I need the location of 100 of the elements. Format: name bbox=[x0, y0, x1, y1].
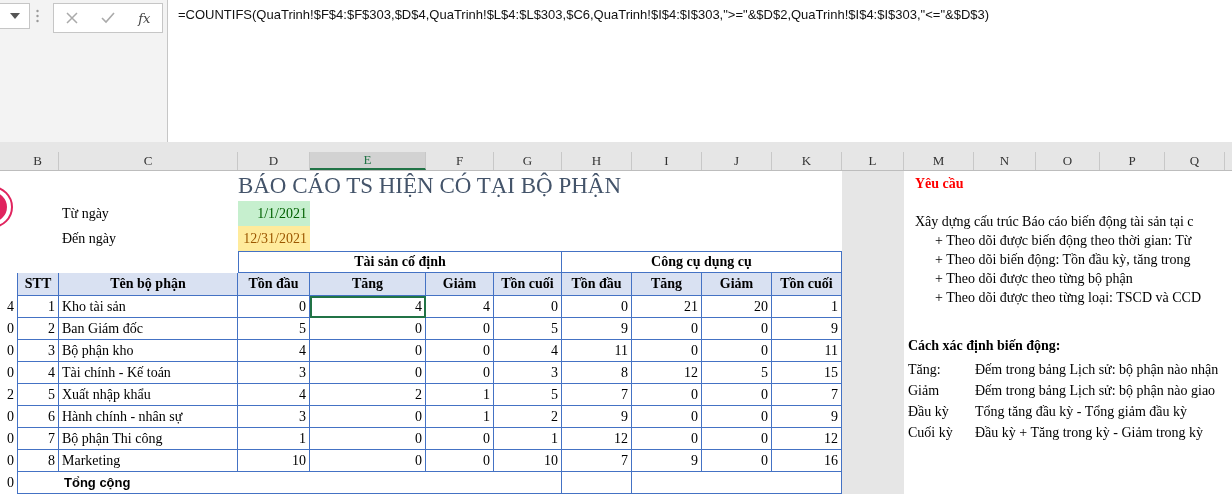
table-cell[interactable]: 0 bbox=[632, 406, 702, 428]
column-header[interactable]: K bbox=[772, 151, 842, 170]
table-cell[interactable]: 0 bbox=[494, 296, 562, 318]
table-cell: Bộ phận kho bbox=[59, 340, 238, 362]
drag-handle-icon[interactable] bbox=[36, 9, 39, 23]
table-cell[interactable]: 20 bbox=[702, 296, 772, 318]
table-cell[interactable]: 4 bbox=[238, 384, 310, 406]
table-cell: Bộ phận Thi công bbox=[59, 428, 238, 450]
column-header[interactable]: M bbox=[904, 151, 974, 170]
table-cell[interactable]: 12 bbox=[562, 428, 632, 450]
method-text: Tổng tăng đầu kỳ - Tổng giảm đầu kỳ bbox=[975, 403, 1188, 420]
table-cell[interactable]: 7 bbox=[772, 384, 842, 406]
table-cell[interactable]: 5 bbox=[494, 384, 562, 406]
notes-bullet: + Theo dõi được theo từng bộ phận bbox=[935, 271, 1134, 288]
table-cell[interactable]: 16 bbox=[772, 450, 842, 472]
close-icon[interactable] bbox=[65, 12, 78, 24]
column-header[interactable]: O bbox=[1036, 151, 1100, 170]
table-cell[interactable]: 12 bbox=[772, 428, 842, 450]
notes-text: Xây dựng cấu trúc Báo cáo biến động tài sản tại c bbox=[915, 214, 1195, 231]
table-cell[interactable]: 4 bbox=[238, 340, 310, 362]
table-cell[interactable]: 2 bbox=[494, 406, 562, 428]
column-header[interactable]: Q bbox=[1165, 151, 1225, 170]
column-header[interactable]: G bbox=[494, 151, 562, 170]
table-cell[interactable]: 5 bbox=[238, 318, 310, 340]
table-cell[interactable]: 11 bbox=[772, 340, 842, 362]
table-cell[interactable]: 9 bbox=[632, 450, 702, 472]
column-header[interactable]: F bbox=[426, 151, 494, 170]
table-cell[interactable]: 3 bbox=[238, 362, 310, 384]
column-title: Tồn đầu bbox=[562, 273, 632, 296]
table-cell[interactable]: 3 bbox=[238, 406, 310, 428]
table-cell[interactable]: 9 bbox=[562, 318, 632, 340]
table-cell[interactable]: 0 bbox=[632, 384, 702, 406]
table-cell[interactable]: 1 bbox=[238, 428, 310, 450]
table-cell[interactable]: 0 bbox=[702, 406, 772, 428]
table-cell[interactable]: 7 bbox=[562, 450, 632, 472]
table-cell[interactable]: 1 bbox=[426, 384, 494, 406]
table-cell[interactable]: 1 bbox=[772, 296, 842, 318]
column-header[interactable]: P bbox=[1100, 151, 1165, 170]
table-cell[interactable]: 7 bbox=[562, 384, 632, 406]
table-cell[interactable]: 0 bbox=[310, 428, 426, 450]
table-cell[interactable]: 8 bbox=[562, 362, 632, 384]
table-cell[interactable]: 11 bbox=[562, 340, 632, 362]
table-cell-text: 0 bbox=[6, 474, 15, 492]
table-cell[interactable]: 0 bbox=[310, 362, 426, 384]
table-cell[interactable]: 9 bbox=[562, 406, 632, 428]
table-cell[interactable]: 0 bbox=[426, 450, 494, 472]
table-cell[interactable]: 0 bbox=[632, 428, 702, 450]
column-title: Giảm bbox=[426, 273, 494, 296]
table-cell[interactable]: 3 bbox=[494, 362, 562, 384]
column-header[interactable]: J bbox=[702, 151, 772, 170]
table-cell[interactable]: 2 bbox=[310, 384, 426, 406]
table-cell[interactable]: 10 bbox=[494, 450, 562, 472]
table-cell[interactable]: 12 bbox=[632, 362, 702, 384]
column-header[interactable]: C bbox=[59, 151, 238, 170]
table-cell[interactable]: 1 bbox=[426, 406, 494, 428]
formula-field[interactable]: =COUNTIFS(QuaTrinh!$F$4:$F$303,$D$4,QuaTrinh!$L$4:$L$303,$C6,QuaTrinh!$I$4:$I$303,">="&$D$2,QuaTrinh!$I$4:$I$303,"<="&$D$3) bbox=[167, 0, 1232, 143]
column-header[interactable]: L bbox=[842, 151, 904, 170]
table-cell[interactable]: 9 bbox=[772, 406, 842, 428]
table-cell[interactable]: 1 bbox=[494, 428, 562, 450]
table-cell[interactable]: 4 bbox=[426, 296, 494, 318]
table-cell[interactable]: 4 bbox=[310, 296, 426, 318]
table-cell[interactable]: 0 bbox=[310, 450, 426, 472]
table-cell[interactable]: 0 bbox=[562, 296, 632, 318]
column-header[interactable]: B bbox=[17, 151, 59, 170]
check-icon[interactable] bbox=[100, 12, 115, 24]
insert-function-button[interactable]: fx bbox=[138, 10, 151, 26]
table-cell[interactable]: 0 bbox=[426, 340, 494, 362]
table-cell[interactable]: 0 bbox=[238, 296, 310, 318]
table-cell[interactable]: 0 bbox=[426, 428, 494, 450]
notes-heading: Yêu cầu bbox=[915, 176, 965, 193]
table-cell[interactable]: 4 bbox=[494, 340, 562, 362]
name-box-dropdown[interactable] bbox=[0, 3, 30, 29]
table-cell[interactable]: 0 bbox=[310, 406, 426, 428]
table-cell[interactable]: 0 bbox=[426, 318, 494, 340]
table-cell: 5 bbox=[17, 384, 59, 406]
table-cell[interactable]: 0 bbox=[702, 384, 772, 406]
table-cell[interactable]: 9 bbox=[772, 318, 842, 340]
method-term: Đầu kỳ bbox=[908, 403, 950, 420]
column-header[interactable]: I bbox=[632, 151, 702, 170]
column-header[interactable]: H bbox=[562, 151, 632, 170]
table-cell: 2 bbox=[17, 318, 59, 340]
table-cell[interactable]: 0 bbox=[702, 318, 772, 340]
table-cell[interactable]: 0 bbox=[702, 340, 772, 362]
table-cell[interactable]: 0 bbox=[310, 318, 426, 340]
table-cell[interactable]: 15 bbox=[772, 362, 842, 384]
table-cell[interactable]: 0 bbox=[310, 340, 426, 362]
table-cell: Hành chính - nhân sự bbox=[59, 406, 238, 428]
table-cell[interactable]: 21 bbox=[632, 296, 702, 318]
table-cell[interactable]: 5 bbox=[494, 318, 562, 340]
table-cell[interactable]: 0 bbox=[702, 450, 772, 472]
table-cell[interactable]: 0 bbox=[632, 340, 702, 362]
table-cell[interactable]: 0 bbox=[702, 428, 772, 450]
table-cell[interactable]: 5 bbox=[702, 362, 772, 384]
date-value: 1/1/2021 bbox=[238, 201, 310, 226]
table-cell[interactable]: 10 bbox=[238, 450, 310, 472]
table-cell[interactable]: 0 bbox=[426, 362, 494, 384]
column-header[interactable]: N bbox=[974, 151, 1036, 170]
column-title: STT bbox=[17, 273, 59, 296]
table-cell[interactable]: 0 bbox=[632, 318, 702, 340]
notes-bullet: + Theo dõi được biến động theo thời gian: Từ bbox=[935, 233, 1193, 250]
